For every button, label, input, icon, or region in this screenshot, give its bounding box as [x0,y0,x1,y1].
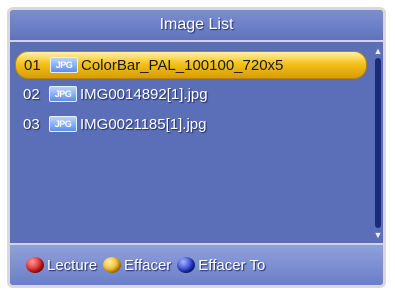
file-name: ColorBar_PAL_100100_720x5 [81,56,284,74]
red-ball-icon [26,257,44,273]
yellow-ball-icon [103,257,122,273]
scrollbar[interactable]: ▲ ▼ [373,46,383,240]
blue-ball-icon [177,257,196,273]
window-title: Image List [10,10,383,42]
red-key-label: Lecture [47,256,98,274]
file-name: IMG0014892[1].jpg [80,85,208,103]
file-name: IMG0021185[1].jpg [80,115,207,133]
image-list-window: Image List 01 JPG ColorBar_PAL_100100_72… [7,7,386,288]
red-key-button[interactable]: Lecture [26,257,97,274]
arrow-down-icon[interactable]: ▼ [373,230,383,240]
file-list: 01 JPG ColorBar_PAL_100100_720x5 02 JPG … [15,51,370,231]
item-number: 03 [23,115,40,133]
yellow-key-label: Effacer [124,256,172,274]
jpg-file-icon: JPG [50,57,78,73]
list-item-02[interactable]: 02 JPG IMG0014892[1].jpg [15,81,365,107]
scroll-track[interactable] [375,58,381,228]
jpg-file-icon: JPG [49,86,77,102]
item-number: 02 [23,85,40,103]
item-number: 01 [24,56,41,74]
color-key-bar: Lecture Effacer Effacer To [10,243,383,285]
jpg-file-icon: JPG [49,116,77,132]
arrow-up-icon[interactable]: ▲ [373,46,383,56]
blue-key-label: Effacer To [198,256,266,274]
yellow-key-button[interactable]: Effacer [103,257,171,274]
blue-key-button[interactable]: Effacer To [177,257,265,274]
list-item-03[interactable]: 03 JPG IMG0021185[1].jpg [15,111,365,137]
list-item-01[interactable]: 01 JPG ColorBar_PAL_100100_720x5 [15,51,367,79]
